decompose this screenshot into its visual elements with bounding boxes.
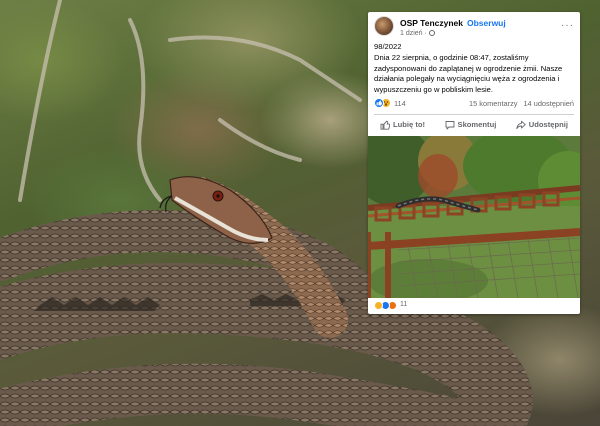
- photo-reactions[interactable]: 11: [374, 301, 434, 312]
- share-arrow-icon: [516, 120, 526, 129]
- post-body: 98/2022 Dnia 22 sierpnia, o godzinie 08:…: [374, 42, 576, 95]
- facebook-post-card: OSP Tenczynek · Obserwuj 1 dzień · ··· 9…: [368, 12, 580, 314]
- page-avatar[interactable]: [374, 16, 394, 36]
- like-button[interactable]: Lubię to!: [374, 116, 431, 134]
- wow-reaction-icon: [374, 301, 383, 310]
- page-name[interactable]: OSP Tenczynek: [400, 18, 463, 28]
- post-timestamp[interactable]: 1 dzień ·: [400, 30, 435, 37]
- comment-label: Skomentuj: [457, 120, 497, 129]
- comment-button[interactable]: Skomentuj: [439, 116, 503, 134]
- header-separator: ·: [459, 18, 462, 28]
- fence-snake-photo: [368, 136, 580, 298]
- photo-reaction-count: 11: [400, 301, 408, 308]
- shares-count[interactable]: 14 udostępnień: [523, 99, 574, 108]
- like-reaction-icon: [374, 98, 384, 108]
- share-label: Udostępnij: [528, 120, 568, 129]
- post-number: 98/2022: [374, 42, 402, 51]
- share-button[interactable]: Udostępnij: [510, 116, 574, 134]
- post-header: OSP Tenczynek · Obserwuj 1 dzień · ···: [374, 16, 574, 42]
- post-stats: 114 15 komentarzy 14 udostępnień: [374, 98, 574, 110]
- follow-button[interactable]: Obserwuj: [467, 18, 506, 28]
- more-options-icon[interactable]: ···: [561, 20, 574, 31]
- post-body-text: Dnia 22 sierpnia, o godzinie 08:47, zost…: [374, 53, 563, 94]
- reaction-count[interactable]: 114: [394, 99, 406, 108]
- thumbs-up-icon: [380, 120, 390, 130]
- like-label: Lubię to!: [393, 120, 426, 129]
- globe-icon: [428, 30, 435, 36]
- post-actions: Lubię to! Skomentuj Udostępnij: [374, 114, 574, 134]
- post-photo[interactable]: [368, 136, 580, 298]
- speech-bubble-icon: [445, 120, 454, 129]
- post-time: 1 dzień ·: [400, 30, 427, 37]
- comments-count[interactable]: 15 komentarzy: [469, 99, 517, 108]
